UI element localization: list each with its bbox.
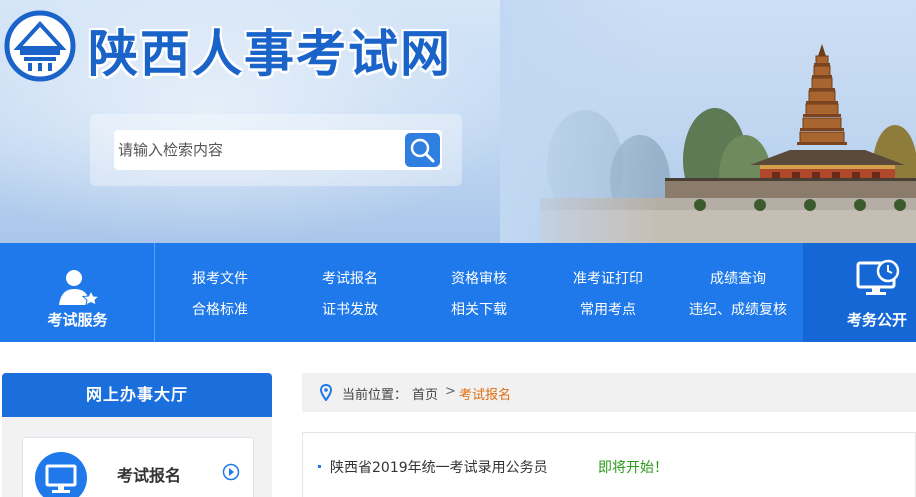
location-pin-icon xyxy=(320,384,332,401)
hall-title: 网上办事大厅 xyxy=(2,373,272,417)
link-downloads[interactable]: 相关下载 xyxy=(414,299,544,319)
link-admission-ticket-print[interactable]: 准考证打印 xyxy=(543,268,673,288)
link-violation-score-review[interactable]: 违纪、成绩复核 xyxy=(673,299,803,319)
news-item-status: 即将开始！ xyxy=(598,460,668,476)
exam-service-label: 考试服务 xyxy=(47,311,108,329)
search-icon xyxy=(410,138,435,163)
service-links: 报考文件 考试报名 资格审核 准考证打印 成绩查询 合格标准 证书发放 相关下载… xyxy=(155,243,803,342)
news-bullet xyxy=(318,465,321,468)
link-exam-documents[interactable]: 报考文件 xyxy=(155,268,285,288)
breadcrumb-separator: > xyxy=(445,384,456,399)
service-navigation: 考试服务 报考文件 考试报名 资格审核 准考证打印 成绩查询 合格标准 证书发放… xyxy=(0,243,916,342)
hall-card-icon-circle xyxy=(35,452,87,497)
link-qualification-review[interactable]: 资格审核 xyxy=(414,268,544,288)
link-certificate-issue[interactable]: 证书发放 xyxy=(285,299,415,319)
search-input[interactable] xyxy=(114,130,404,170)
news-item-title[interactable]: 陕西省2019年统一考试录用公务员 xyxy=(330,457,548,477)
breadcrumb: 当前位置： 首页 > 考试报名 xyxy=(302,373,916,412)
breadcrumb-current: 考试报名 xyxy=(459,388,512,403)
search-button[interactable] xyxy=(404,130,442,170)
exam-affairs-block[interactable]: 考务公开 xyxy=(803,243,916,342)
monitor-clock-icon xyxy=(856,259,900,295)
site-title: 陕西人事考试网 xyxy=(88,25,452,83)
hall-card-label: 考试报名 xyxy=(117,466,182,485)
breadcrumb-prefix: 当前位置： xyxy=(342,388,408,403)
online-service-hall: 网上办事大厅 考试报名 xyxy=(2,373,272,497)
exam-affairs-label: 考务公开 xyxy=(847,311,908,329)
user-star-icon xyxy=(59,270,99,306)
hall-exam-registration-card[interactable]: 考试报名 xyxy=(22,437,254,497)
link-pass-standard[interactable]: 合格标准 xyxy=(155,299,285,319)
link-exam-centers[interactable]: 常用考点 xyxy=(543,299,673,319)
link-exam-registration[interactable]: 考试报名 xyxy=(285,268,415,288)
breadcrumb-home-link[interactable]: 首页 xyxy=(412,384,438,403)
header-banner: 陕西人事考试网 xyxy=(0,0,916,243)
computer-icon xyxy=(45,464,77,493)
exam-service-block[interactable]: 考试服务 xyxy=(0,243,155,342)
link-score-inquiry[interactable]: 成绩查询 xyxy=(673,268,803,288)
hall-body: 考试报名 xyxy=(2,417,272,497)
arrow-right-circle-icon[interactable] xyxy=(222,463,240,481)
pagoda-logo-icon xyxy=(4,10,76,82)
